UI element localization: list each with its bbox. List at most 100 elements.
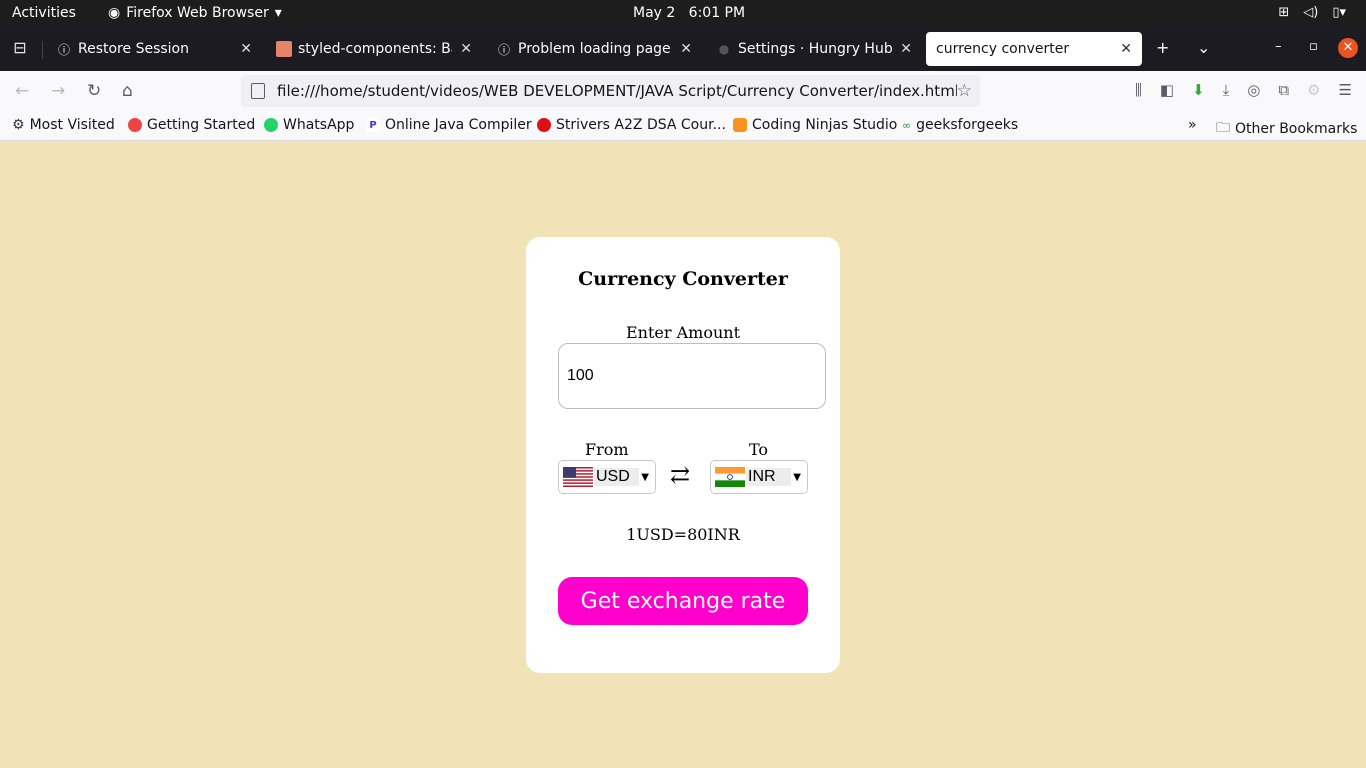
tab-styled-components[interactable]: styled-components: Basic ✕ <box>266 32 482 66</box>
tuf-icon <box>537 118 551 132</box>
app-menu[interactable]: ◉ Firefox Web Browser ▾ <box>108 5 282 21</box>
coding-ninjas-icon <box>733 118 747 132</box>
close-icon[interactable]: ✕ <box>900 41 912 57</box>
chevron-down-icon: ▼ <box>793 471 801 483</box>
close-icon[interactable]: ✕ <box>460 41 472 57</box>
tab-strip: ⊟ ⓘ Restore Session ✕ styled-components:… <box>0 27 1366 71</box>
network-icon: ⊞ <box>1278 5 1290 20</box>
tab-title: Settings · Hungry Hub <box>738 41 893 57</box>
india-flag-icon <box>715 467 745 487</box>
gfg-icon: ∞ <box>902 118 912 132</box>
account-icon[interactable]: ◎ <box>1247 81 1260 99</box>
url-bar[interactable]: file:///home/student/videos/WEB DEVELOPM… <box>241 75 980 107</box>
tab-title: Problem loading page <box>518 41 671 57</box>
favicon-icon <box>276 41 292 57</box>
bookmark-label: Online Java Compiler <box>385 117 532 133</box>
bookmark-coding-ninjas[interactable]: Coding Ninjas Studio <box>733 117 897 133</box>
close-icon[interactable]: ✕ <box>680 41 692 57</box>
bookmark-label: Getting Started <box>147 117 256 133</box>
bookmark-strivers[interactable]: Strivers A2Z DSA Cour... <box>537 117 726 133</box>
chevron-down-icon: ▼ <box>641 471 649 483</box>
app-menu-label: Firefox Web Browser <box>126 5 269 21</box>
info-icon: ⓘ <box>57 42 70 57</box>
bookmark-star-icon[interactable]: ☆ <box>957 81 972 101</box>
url-text[interactable]: file:///home/student/videos/WEB DEVELOPM… <box>277 82 957 100</box>
gear-icon: ⚙ <box>12 117 25 133</box>
home-icon[interactable]: ⌂ <box>122 81 133 101</box>
folder-icon: 🗀 <box>1216 120 1230 136</box>
exchange-rate-text: 1USD=80INR <box>626 525 740 544</box>
from-currency-value: USD <box>594 468 640 486</box>
github-icon: ● <box>718 42 730 56</box>
converter-card: Currency Converter Enter Amount From To … <box>526 237 840 673</box>
system-tray[interactable]: ⊞ ◁) ▯▾ <box>1278 5 1346 20</box>
system-top-bar: Activities ◉ Firefox Web Browser ▾ May 2… <box>0 0 1366 27</box>
bookmark-geeksforgeeks[interactable]: ∞ geeksforgeeks <box>902 117 1018 133</box>
window-close-icon[interactable]: ✕ <box>1338 38 1358 58</box>
navigation-bar: ← → ↻ ⌂ file:///home/student/videos/WEB … <box>0 71 1366 111</box>
firefox-icon: ◉ <box>108 5 121 21</box>
bookmark-most-visited[interactable]: ⚙ Most Visited <box>12 117 115 133</box>
caret-down-icon: ▾ <box>274 5 282 21</box>
bookmark-getting-started[interactable]: Getting Started <box>128 117 255 133</box>
get-exchange-rate-button[interactable]: Get exchange rate <box>558 577 808 625</box>
firefox-icon <box>128 118 142 132</box>
bookmark-label: Most Visited <box>29 117 115 133</box>
tab-overview-icon[interactable]: ⊟ <box>8 38 32 60</box>
activities-button[interactable]: Activities <box>12 5 76 21</box>
compiler-icon: P <box>366 118 380 132</box>
amount-input[interactable] <box>558 343 826 409</box>
extension-download-icon[interactable]: ⬇ <box>1192 81 1205 99</box>
to-currency-value: INR <box>746 468 792 486</box>
extension-icon[interactable]: ⚙ <box>1307 81 1320 99</box>
from-currency-select[interactable]: USD ▼ <box>558 460 656 494</box>
extensions-icon[interactable]: ⧉ <box>1278 81 1289 99</box>
bookmark-label: Coding Ninjas Studio <box>752 117 898 133</box>
menu-icon[interactable]: ☰ <box>1339 81 1352 99</box>
to-label: To <box>749 440 769 459</box>
forward-icon[interactable]: → <box>51 81 65 101</box>
to-currency-select[interactable]: INR ▼ <box>710 460 808 494</box>
clock-time: 6:01 PM <box>688 5 746 21</box>
close-icon[interactable]: ✕ <box>240 41 252 57</box>
bookmark-whatsapp[interactable]: WhatsApp <box>264 117 354 133</box>
volume-icon: ◁) <box>1303 5 1319 20</box>
tab-restore-session[interactable]: ⓘ Restore Session ✕ <box>46 32 262 66</box>
restore-icon[interactable]: ▫ <box>1309 39 1318 54</box>
bookmark-label: geeksforgeeks <box>916 117 1019 133</box>
tab-currency-converter[interactable]: currency converter ✕ <box>926 32 1142 66</box>
bookmark-label: WhatsApp <box>283 117 355 133</box>
whatsapp-icon <box>264 118 278 132</box>
reload-icon[interactable]: ↻ <box>87 81 101 101</box>
bookmark-label: Strivers A2Z DSA Cour... <box>556 117 726 133</box>
converter-title: Currency Converter <box>578 268 788 290</box>
from-label: From <box>585 440 629 459</box>
tab-settings-hungry-hub[interactable]: ● Settings · Hungry Hub ✕ <box>706 32 922 66</box>
other-bookmarks[interactable]: 🗀 Other Bookmarks <box>1216 117 1357 141</box>
us-flag-icon <box>563 467 593 487</box>
battery-icon: ▯▾ <box>1332 5 1346 20</box>
tab-problem-loading[interactable]: ⓘ Problem loading page ✕ <box>486 32 702 66</box>
list-all-tabs-icon[interactable]: ⌄ <box>1197 38 1210 57</box>
toolbar-buttons: ⫼ ◧ ⬇ ⤓ ◎ ⧉ ⚙ ☰ <box>1135 81 1352 99</box>
clock-date: May 2 <box>633 5 676 21</box>
amount-label: Enter Amount <box>625 323 740 342</box>
back-icon[interactable]: ← <box>15 81 29 101</box>
bookmark-online-java-compiler[interactable]: P Online Java Compiler <box>366 117 532 133</box>
clock[interactable]: May 2 6:01 PM <box>633 5 745 21</box>
tab-title: Restore Session <box>78 41 189 57</box>
close-icon[interactable]: ✕ <box>1120 41 1132 57</box>
library-icon[interactable]: ⫼ <box>1135 81 1142 99</box>
bookmarks-overflow-icon[interactable]: » <box>1188 117 1197 133</box>
tab-separator <box>42 41 43 59</box>
page-icon <box>251 83 265 99</box>
minimize-icon[interactable]: – <box>1275 39 1282 54</box>
new-tab-icon[interactable]: + <box>1156 38 1169 57</box>
other-bookmarks-label: Other Bookmarks <box>1235 121 1358 137</box>
bookmarks-bar: ⚙ Most Visited Getting Started WhatsApp … <box>0 111 1366 141</box>
tab-title: currency converter <box>936 41 1070 57</box>
swap-arrows-icon[interactable]: ⇄ <box>670 461 690 489</box>
downloads-icon[interactable]: ⤓ <box>1223 81 1230 99</box>
sidebar-icon[interactable]: ◧ <box>1160 81 1174 99</box>
tab-title: styled-components: Basic <box>298 41 452 57</box>
